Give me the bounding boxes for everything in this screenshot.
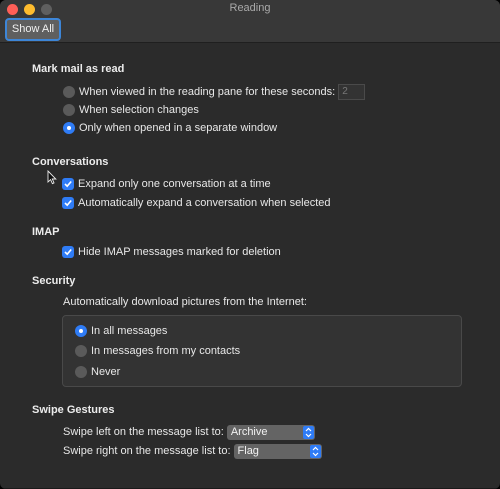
checkbox-checked-icon[interactable] bbox=[62, 178, 74, 190]
radio-selected-icon[interactable] bbox=[63, 122, 75, 134]
seconds-field[interactable]: 2 bbox=[338, 84, 366, 100]
swipe-left-popup[interactable]: Archive bbox=[226, 424, 315, 440]
security-description: Automatically download pictures from the… bbox=[63, 296, 307, 308]
chevron-updown-icon bbox=[309, 444, 321, 458]
checkbox-checked-icon[interactable] bbox=[62, 246, 74, 258]
swipe-left-row: Swipe left on the message list to: Archi… bbox=[63, 423, 315, 441]
radio-label: When selection changes bbox=[79, 104, 199, 116]
radio-label: When viewed in the reading pane for thes… bbox=[79, 86, 336, 98]
section-heading-mark-read: Mark mail as read bbox=[32, 63, 125, 75]
radio-option-viewed-in-pane[interactable]: When viewed in the reading pane for thes… bbox=[63, 83, 366, 101]
swipe-left-label: Swipe left on the message list to: bbox=[63, 426, 224, 438]
checkbox-label: Automatically expand a conversation when… bbox=[78, 197, 331, 209]
checkbox-label: Expand only one conversation at a time bbox=[78, 178, 271, 190]
radio-icon[interactable] bbox=[63, 86, 75, 98]
checkbox-expand-one[interactable]: Expand only one conversation at a time bbox=[62, 175, 271, 193]
radio-label: In all messages bbox=[91, 325, 168, 337]
swipe-left-value: Archive bbox=[230, 426, 268, 438]
checkbox-label: Hide IMAP messages marked for deletion bbox=[78, 246, 281, 258]
radio-label: In messages from my contacts bbox=[91, 345, 241, 357]
radio-label: Never bbox=[91, 366, 121, 378]
radio-icon[interactable] bbox=[63, 104, 75, 116]
radio-option-from-contacts[interactable]: In messages from my contacts bbox=[75, 342, 240, 360]
radio-option-never[interactable]: Never bbox=[75, 363, 120, 381]
checkbox-hide-imap-deleted[interactable]: Hide IMAP messages marked for deletion bbox=[62, 243, 281, 261]
radio-option-selection-changes[interactable]: When selection changes bbox=[63, 101, 199, 119]
preferences-window: Reading Show All Mark mail as read When … bbox=[0, 0, 500, 489]
window-title: Reading bbox=[229, 2, 271, 14]
chevron-updown-icon bbox=[302, 425, 314, 439]
section-heading-conversations: Conversations bbox=[32, 156, 109, 168]
mouse-pointer-icon bbox=[47, 169, 57, 190]
checkbox-auto-expand[interactable]: Automatically expand a conversation when… bbox=[62, 194, 331, 212]
title-bar: Reading Show All bbox=[0, 0, 500, 43]
show-all-button[interactable]: Show All bbox=[5, 18, 61, 41]
section-heading-swipe: Swipe Gestures bbox=[32, 404, 115, 416]
radio-icon[interactable] bbox=[75, 366, 87, 378]
radio-option-separate-window[interactable]: Only when opened in a separate window bbox=[63, 119, 277, 137]
radio-selected-icon[interactable] bbox=[75, 325, 87, 337]
radio-option-all-messages[interactable]: In all messages bbox=[75, 322, 167, 340]
checkbox-checked-icon[interactable] bbox=[62, 197, 74, 209]
section-heading-imap: IMAP bbox=[32, 226, 60, 238]
swipe-right-popup[interactable]: Flag bbox=[233, 443, 322, 459]
radio-label: Only when opened in a separate window bbox=[79, 122, 278, 134]
swipe-right-value: Flag bbox=[237, 445, 259, 457]
swipe-right-row: Swipe right on the message list to: Flag bbox=[63, 442, 322, 460]
section-heading-security: Security bbox=[32, 275, 76, 287]
swipe-right-label: Swipe right on the message list to: bbox=[63, 445, 231, 457]
radio-icon[interactable] bbox=[75, 345, 87, 357]
